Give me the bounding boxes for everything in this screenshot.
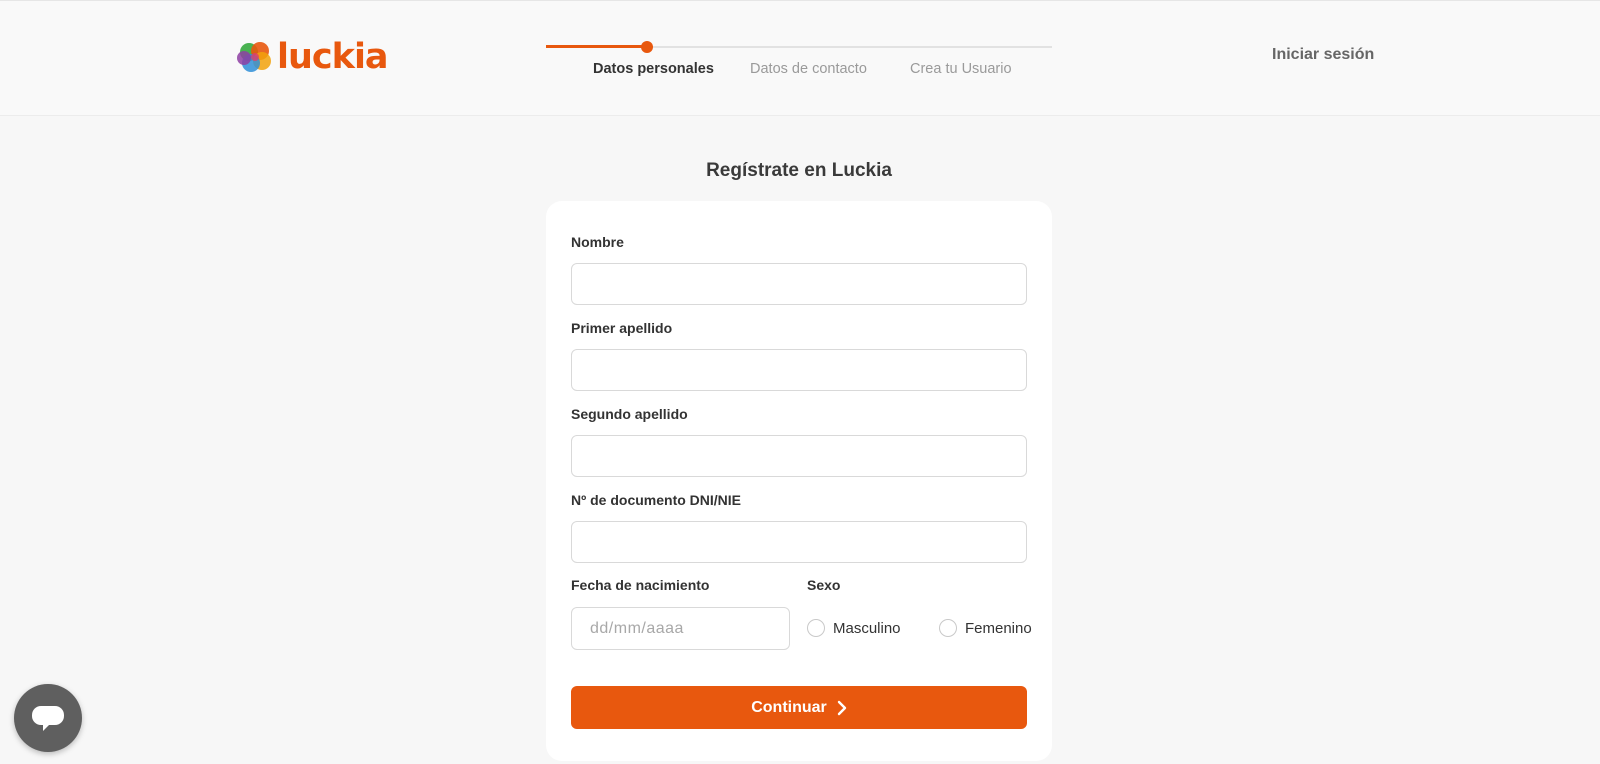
stepper-current-dot bbox=[641, 41, 653, 53]
radio-femenino[interactable]: Femenino bbox=[939, 619, 1032, 637]
radio-masculino-label: Masculino bbox=[833, 619, 901, 637]
radio-femenino-label: Femenino bbox=[965, 619, 1032, 637]
continue-label: Continuar bbox=[751, 698, 827, 716]
logo-text: luckia bbox=[277, 37, 389, 77]
login-link[interactable]: Iniciar sesión bbox=[1272, 46, 1374, 64]
radio-circle[interactable] bbox=[939, 619, 957, 637]
step-crea-tu-usuario: Crea tu Usuario bbox=[910, 61, 1012, 77]
nombre-input[interactable] bbox=[571, 263, 1027, 305]
radio-circle[interactable] bbox=[807, 619, 825, 637]
primer-apellido-input[interactable] bbox=[571, 349, 1027, 391]
site-header: luckia Datos personales Datos de contact… bbox=[0, 0, 1600, 116]
page-title: Regístrate en Luckia bbox=[706, 160, 892, 181]
chat-bubble-icon bbox=[32, 706, 64, 731]
stepper-progress-bar bbox=[546, 45, 647, 48]
nombre-label: Nombre bbox=[571, 234, 624, 250]
step-datos-personales: Datos personales bbox=[593, 61, 714, 77]
registration-form-card: Nombre Primer apellido Segundo apellido … bbox=[546, 201, 1052, 761]
continue-button[interactable]: Continuar bbox=[571, 686, 1027, 729]
radio-masculino[interactable]: Masculino bbox=[807, 619, 901, 637]
chevron-right-icon bbox=[837, 700, 846, 715]
primer-apellido-label: Primer apellido bbox=[571, 320, 673, 336]
fecha-nacimiento-label: Fecha de nacimiento bbox=[571, 577, 710, 593]
registration-stepper: Datos personales Datos de contacto Crea … bbox=[546, 37, 1052, 87]
luckia-clover-icon bbox=[237, 42, 271, 72]
chat-widget-button[interactable] bbox=[14, 684, 82, 752]
documento-label: Nº de documento DNI/NIE bbox=[571, 492, 742, 508]
segundo-apellido-input[interactable] bbox=[571, 435, 1027, 477]
segundo-apellido-label: Segundo apellido bbox=[571, 406, 688, 422]
step-datos-de-contacto: Datos de contacto bbox=[750, 61, 867, 77]
fecha-nacimiento-input[interactable] bbox=[571, 607, 790, 650]
luckia-logo[interactable]: luckia bbox=[235, 37, 389, 77]
documento-input[interactable] bbox=[571, 521, 1027, 563]
sexo-label: Sexo bbox=[807, 577, 841, 593]
